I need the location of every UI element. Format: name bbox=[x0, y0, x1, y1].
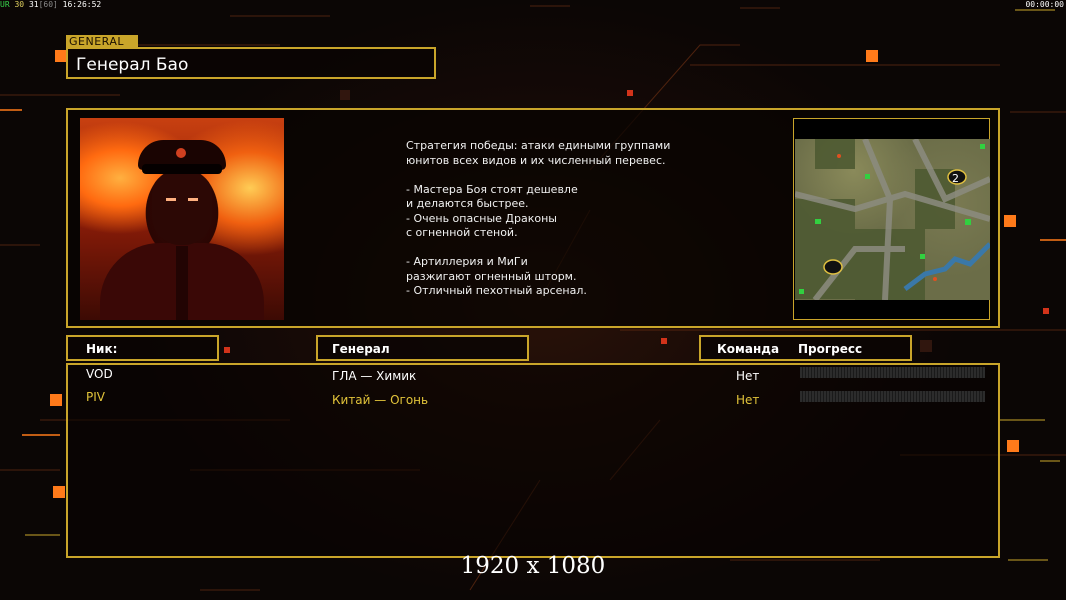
portrait-visor bbox=[142, 164, 222, 174]
player-team: Нет bbox=[736, 369, 760, 383]
performance-stats: UR 30 31[60] 16:26:52 bbox=[0, 0, 101, 9]
stats-value-c: [60] bbox=[38, 0, 58, 9]
map-terrain: 2 bbox=[795, 139, 990, 300]
portrait-eye-right bbox=[188, 198, 198, 201]
map-oil-derrick bbox=[933, 277, 937, 281]
player-progress-bar bbox=[800, 367, 985, 378]
map-oil-derrick bbox=[837, 154, 841, 158]
general-portrait bbox=[80, 118, 284, 320]
portrait-cap-badge bbox=[176, 148, 186, 158]
map-unit bbox=[799, 289, 804, 294]
map-unit bbox=[865, 174, 870, 179]
map-unit bbox=[920, 254, 925, 259]
column-label-nick: Ник: bbox=[86, 342, 118, 356]
column-header-nick[interactable]: Ник: bbox=[66, 335, 219, 361]
game-clock: 00:00:00 bbox=[1025, 0, 1064, 9]
start-position-label: 2 bbox=[952, 172, 959, 185]
portrait-tie bbox=[176, 246, 188, 320]
column-label-team: Команда bbox=[717, 342, 780, 356]
stats-value-b: 31 bbox=[28, 0, 39, 9]
general-name: Генерал Бао bbox=[76, 55, 189, 75]
column-header-general[interactable]: Генерал bbox=[316, 335, 529, 361]
stats-value-a: 30 bbox=[14, 0, 25, 9]
player-nick: PIV bbox=[86, 390, 105, 404]
column-label-general: Генерал bbox=[332, 342, 390, 356]
portrait-face bbox=[152, 173, 212, 245]
general-name-panel: Генерал Бао bbox=[66, 47, 436, 79]
stats-label: UR bbox=[0, 0, 10, 9]
map-forest bbox=[815, 139, 855, 169]
player-general: Китай — Огонь bbox=[332, 393, 429, 407]
resolution-overlay: 1920 x 1080 bbox=[460, 553, 606, 579]
general-description: Стратегия победы: атаки едиными группами… bbox=[406, 139, 671, 297]
column-header-team[interactable]: Команда Прогресс bbox=[699, 335, 912, 361]
player-team: Нет bbox=[736, 393, 760, 407]
column-label-progress: Прогресс bbox=[798, 342, 863, 356]
player-general: ГЛА — Химик bbox=[332, 369, 417, 383]
start-position bbox=[823, 259, 843, 275]
map-unit bbox=[815, 219, 821, 224]
system-time: 16:26:52 bbox=[62, 0, 102, 9]
portrait-eye-left bbox=[166, 198, 176, 201]
player-nick: VOD bbox=[86, 367, 113, 381]
map-unit bbox=[980, 144, 985, 149]
map-unit bbox=[965, 219, 971, 225]
map-preview: 2 bbox=[795, 139, 990, 300]
player-progress-bar bbox=[800, 391, 985, 402]
